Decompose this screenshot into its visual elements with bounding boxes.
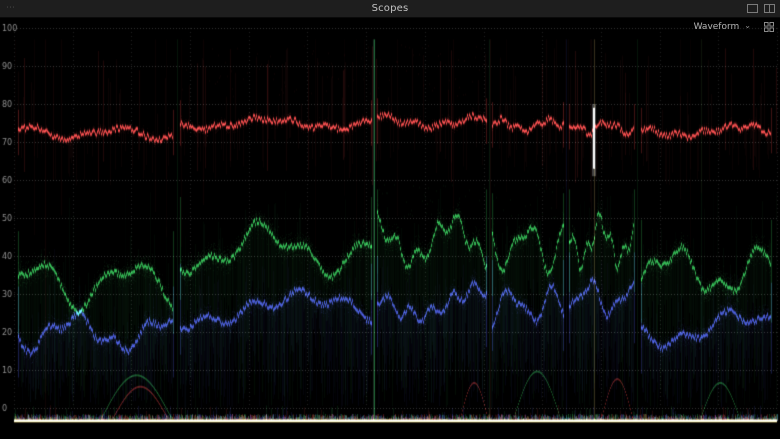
- single-view-icon: [747, 4, 758, 13]
- panel-menu-icon[interactable]: ⋯: [6, 4, 15, 13]
- dual-view-icon: [764, 4, 775, 13]
- window-title: Scopes: [0, 3, 780, 14]
- scope-toolbar: Waveform ⌄: [694, 20, 774, 34]
- grid-icon: [764, 22, 774, 32]
- dual-view-button[interactable]: [764, 4, 775, 13]
- chevron-down-icon: ⌄: [744, 22, 751, 30]
- scope-mode-dropdown[interactable]: Waveform ⌄: [694, 22, 751, 32]
- scope-area: Waveform ⌄: [0, 18, 780, 439]
- scopes-window: ⋯ Scopes Waveform ⌄: [0, 0, 780, 439]
- waveform-canvas: [0, 18, 780, 439]
- scope-mode-label: Waveform: [694, 22, 740, 32]
- scope-layout-button[interactable]: [764, 22, 774, 32]
- single-view-button[interactable]: [747, 4, 758, 13]
- title-bar: ⋯ Scopes: [0, 0, 780, 18]
